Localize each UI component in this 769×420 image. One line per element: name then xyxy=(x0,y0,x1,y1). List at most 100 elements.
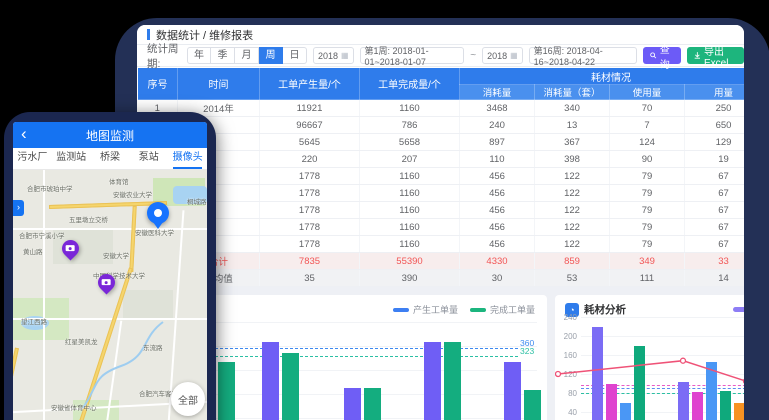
sub-col-header: 使用量 xyxy=(610,85,685,100)
query-label: 查询 xyxy=(660,41,675,71)
table-cell: 250 xyxy=(685,100,745,117)
table-cell: 1778 xyxy=(260,168,360,185)
end-week-select[interactable]: 第16周: 2018-04-16~2018-04-22 xyxy=(529,47,637,64)
start-week-select[interactable]: 第1周: 2018-01-01~2018-01-07 xyxy=(360,47,465,64)
dashboard-card: 数据统计 / 维修报表 统计周期: 年季月周日 2018 ▦ 第1周: 2018… xyxy=(137,25,744,420)
phone-tab-污水厂[interactable]: 污水厂 xyxy=(13,148,52,169)
selected-marker[interactable] xyxy=(147,202,169,224)
download-icon xyxy=(694,51,701,60)
end-week-value: 第16周: 2018-04-16~2018-04-22 xyxy=(534,44,632,67)
bar-generated xyxy=(504,362,521,420)
bar-completed xyxy=(444,342,461,420)
table-cell: 90 xyxy=(610,151,685,168)
map-label: 安徽农业大学 xyxy=(113,189,152,199)
map-expander-button[interactable]: › xyxy=(13,200,24,216)
group-header: 耗材情况 xyxy=(460,68,745,85)
query-button[interactable]: 查询 xyxy=(643,47,681,64)
legend-item: 完成工单量 xyxy=(470,303,535,316)
reference-value: 323 xyxy=(520,346,534,356)
table-cell: 5658 xyxy=(360,134,460,151)
table-cell: 53 xyxy=(535,270,610,287)
table-cell: 340 xyxy=(535,100,610,117)
table-cell: 33 xyxy=(685,253,745,270)
map-label: 合肥市宁溪小学 xyxy=(19,230,65,240)
table-cell: 240 xyxy=(460,117,535,134)
legend-swatch-generated xyxy=(393,308,409,312)
map-label: 五里墩立交桥 xyxy=(69,214,108,224)
table-cell: 35 xyxy=(260,270,360,287)
table-cell: 30 xyxy=(460,270,535,287)
table-cell: 1160 xyxy=(360,100,460,117)
table-cell: 1160 xyxy=(360,236,460,253)
map-view[interactable]: 合肥市琥珀中学体育馆安徽农业大学桐城路五里墩立交桥安徽医科大学合肥市宁溪小学黄山… xyxy=(13,170,207,420)
col-header: 时间 xyxy=(178,68,260,100)
bar-generated xyxy=(424,342,441,420)
table-cell: 122 xyxy=(535,236,610,253)
gridline xyxy=(160,370,537,371)
map-label: 合肥市琥珀中学 xyxy=(27,183,73,193)
table-cell: 79 xyxy=(610,219,685,236)
table-cell: 390 xyxy=(360,270,460,287)
export-excel-button[interactable]: 导出Excel xyxy=(687,47,744,64)
period-option-季[interactable]: 季 xyxy=(211,47,235,64)
map-label: 安徽省体育中心 xyxy=(51,402,97,412)
phone-tab-摄像头[interactable]: 摄像头 xyxy=(168,148,207,169)
period-option-日[interactable]: 日 xyxy=(283,47,307,64)
table-cell: 207 xyxy=(360,151,460,168)
table-cell: 70 xyxy=(610,100,685,117)
table-cell: 19 xyxy=(685,151,745,168)
filter-bar: 统计周期: 年季月周日 2018 ▦ 第1周: 2018-01-01~2018-… xyxy=(137,45,744,67)
table-cell: 456 xyxy=(460,185,535,202)
start-week-value: 第1周: 2018-01-01~2018-01-07 xyxy=(365,44,460,67)
bar-completed xyxy=(364,388,381,420)
sub-col-header: 用量 xyxy=(685,85,745,100)
table-row: 9177811604561227967 xyxy=(138,236,745,253)
end-year-select[interactable]: 2018 ▦ xyxy=(482,47,523,64)
map-label: 红星美凯龙 xyxy=(65,336,98,346)
bar-generated xyxy=(344,388,361,420)
period-option-月[interactable]: 月 xyxy=(235,47,259,64)
start-year-select[interactable]: 2018 ▦ xyxy=(313,47,354,64)
bar-completed xyxy=(524,390,541,420)
export-label: 导出Excel xyxy=(704,43,737,69)
calendar-icon: ▦ xyxy=(510,51,518,60)
avg-row: 平均值35390305311114 xyxy=(138,270,745,287)
gridline xyxy=(160,346,537,347)
bar-completed xyxy=(282,353,299,420)
phone-tab-泵站[interactable]: 泵站 xyxy=(129,148,168,169)
table-cell: 5645 xyxy=(260,134,360,151)
chart-legend: 产生工单量 完成工单量 xyxy=(393,303,535,316)
map-label: 体育馆 xyxy=(109,176,129,186)
table-cell: 456 xyxy=(460,236,535,253)
table-cell: 398 xyxy=(535,151,610,168)
search-icon xyxy=(650,51,657,60)
table-cell: 897 xyxy=(460,134,535,151)
phone-tab-监测站[interactable]: 监测站 xyxy=(52,148,91,169)
back-icon[interactable]: ‹ xyxy=(21,124,27,144)
total-row: 合计783555390433085934933 xyxy=(138,253,745,270)
table-cell: 122 xyxy=(535,202,610,219)
period-option-年[interactable]: 年 xyxy=(187,47,211,64)
table-cell: 55390 xyxy=(360,253,460,270)
table-cell: 79 xyxy=(610,168,685,185)
table-cell: 349 xyxy=(610,253,685,270)
map-label: 东流路 xyxy=(143,342,163,352)
table-cell: 650 xyxy=(685,117,745,134)
show-all-button[interactable]: 全部 xyxy=(171,382,205,416)
table-cell: 859 xyxy=(535,253,610,270)
table-cell: 7835 xyxy=(260,253,360,270)
sub-col-header: 消耗量（套） xyxy=(535,85,610,100)
bar-generated xyxy=(262,342,279,420)
start-year-value: 2018 xyxy=(318,51,338,61)
table-cell: 13 xyxy=(535,117,610,134)
period-option-周[interactable]: 周 xyxy=(259,47,283,64)
table-cell: 3468 xyxy=(460,100,535,117)
phone-tab-桥梁[interactable]: 桥梁 xyxy=(91,148,130,169)
table-cell: 456 xyxy=(460,219,535,236)
table-cell: 1160 xyxy=(360,168,460,185)
table-cell: 67 xyxy=(685,168,745,185)
phone-screen: ‹ 地图监测 污水厂监测站桥梁泵站摄像头 xyxy=(13,122,207,420)
legend-label: 产生工单量 xyxy=(413,303,458,316)
table-cell: 67 xyxy=(685,202,745,219)
phone-tab-bar: 污水厂监测站桥梁泵站摄像头 xyxy=(13,148,207,170)
